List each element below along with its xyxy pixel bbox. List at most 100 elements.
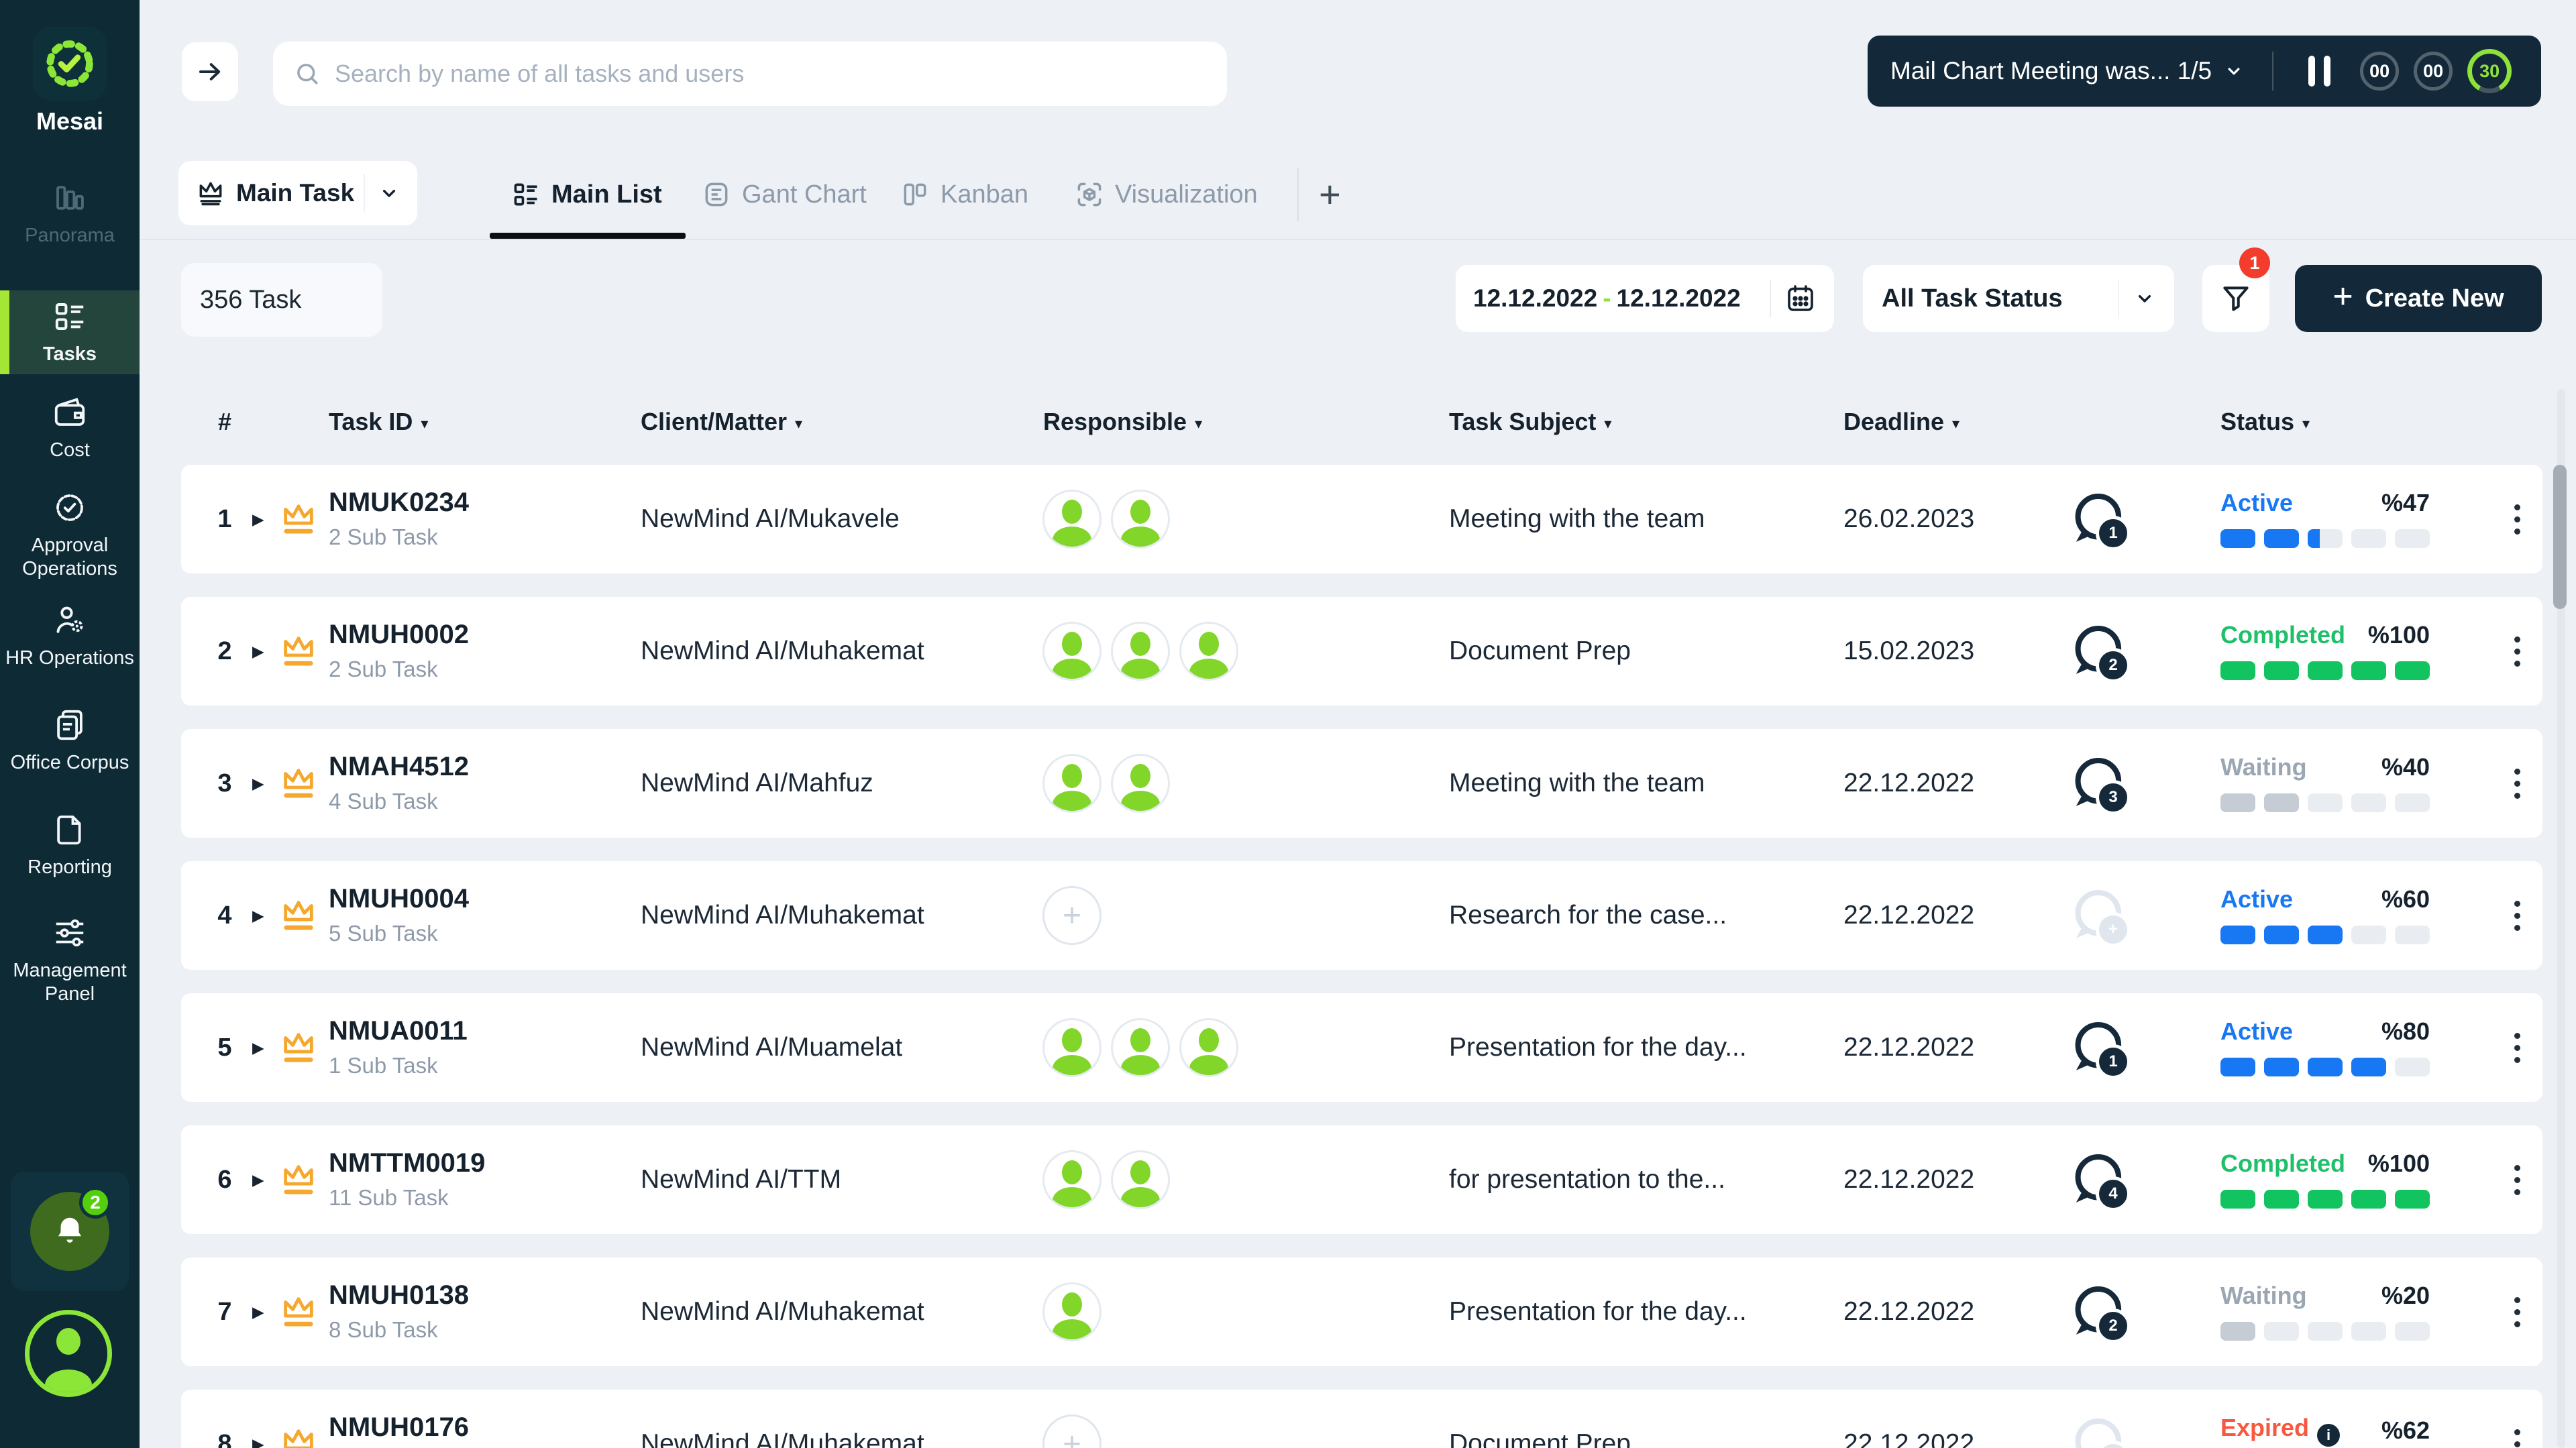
active-tab-underline: [490, 233, 686, 239]
progress-percent: %47: [2381, 489, 2430, 517]
comment-bubble[interactable]: 4: [2068, 1150, 2127, 1209]
column-header-status[interactable]: Status▾: [2220, 400, 2310, 443]
row-menu-button[interactable]: [2504, 1125, 2530, 1234]
row-menu-button[interactable]: [2504, 465, 2530, 573]
column-header-task-subject[interactable]: Task Subject▾: [1449, 400, 1611, 443]
main-task-crown-icon: [279, 465, 318, 573]
sub-task-count: 4 Sub Task: [329, 789, 469, 814]
responsible-avatar[interactable]: [1111, 622, 1170, 681]
comment-bubble[interactable]: 3: [2068, 753, 2127, 812]
row-menu-button[interactable]: [2504, 597, 2530, 706]
task-id[interactable]: NMTTM0019: [329, 1148, 485, 1178]
deadline-cell: 22.12.2022: [1843, 993, 1974, 1102]
client-matter-cell: NewMind AI/Muhakemat: [641, 1390, 924, 1448]
sidebar-item-panorama[interactable]: Panorama: [0, 180, 140, 247]
user-profile-button[interactable]: [25, 1310, 112, 1397]
add-tab-button[interactable]: +: [1319, 173, 1341, 216]
expand-arrow-icon[interactable]: ▶: [252, 597, 264, 706]
responsible-avatar[interactable]: [1042, 490, 1102, 549]
column-header-client-matter[interactable]: Client/Matter▾: [641, 400, 802, 443]
pause-button[interactable]: [2308, 56, 2330, 87]
tab-main-list[interactable]: Main List: [511, 176, 662, 213]
sidebar-item-cost[interactable]: Cost: [0, 394, 140, 462]
create-new-button[interactable]: + Create New: [2295, 265, 2542, 332]
sidebar-collapse-button[interactable]: [182, 42, 238, 101]
task-id[interactable]: NMAH4512: [329, 752, 469, 782]
comment-bubble[interactable]: 2: [2068, 621, 2127, 680]
status-label: Waiting: [2220, 753, 2307, 781]
chevron-down-icon: [2134, 288, 2155, 309]
tab-visualization[interactable]: Visualization: [1075, 176, 1258, 213]
row-menu-button[interactable]: [2504, 861, 2530, 970]
comment-bubble[interactable]: +: [2068, 1414, 2127, 1448]
chevron-down-icon[interactable]: [378, 182, 400, 204]
responsible-avatar[interactable]: [1111, 754, 1170, 813]
date-range-picker[interactable]: 12.12.2022 - 12.12.2022: [1456, 265, 1834, 332]
row-menu-button[interactable]: [2504, 1390, 2530, 1448]
task-id[interactable]: NMUH0002: [329, 620, 469, 650]
responsible-avatar[interactable]: [1179, 622, 1238, 681]
scrollbar-thumb[interactable]: [2553, 465, 2567, 609]
row-menu-button[interactable]: [2504, 729, 2530, 838]
comment-bubble[interactable]: 2: [2068, 1282, 2127, 1341]
task-id[interactable]: NMUH0004: [329, 884, 469, 914]
responsible-cell: [1042, 729, 1170, 838]
responsible-avatar[interactable]: [1042, 754, 1102, 813]
responsible-cell: +: [1042, 861, 1102, 970]
meeting-title: Mail Chart Meeting was... 1/5: [1890, 57, 2212, 85]
sidebar-item-approval-operations[interactable]: Approval Operations: [0, 490, 140, 581]
task-id[interactable]: NMUK0234: [329, 488, 469, 518]
expand-arrow-icon[interactable]: ▶: [252, 993, 264, 1102]
expand-arrow-icon[interactable]: ▶: [252, 861, 264, 970]
responsible-avatar[interactable]: [1111, 1150, 1170, 1209]
expand-arrow-icon[interactable]: ▶: [252, 465, 264, 573]
responsible-avatar[interactable]: [1179, 1018, 1238, 1077]
task-id[interactable]: NMUH0176: [329, 1412, 469, 1443]
responsible-avatar[interactable]: [1111, 1018, 1170, 1077]
row-menu-button[interactable]: [2504, 993, 2530, 1102]
add-responsible-button[interactable]: +: [1042, 1414, 1102, 1448]
comment-bubble[interactable]: 1: [2068, 489, 2127, 548]
task-type-selector[interactable]: Main Task: [178, 161, 417, 225]
main-task-crown-icon: [279, 1258, 318, 1366]
row-menu-button[interactable]: [2504, 1258, 2530, 1366]
client-matter-cell: NewMind AI/Muhakemat: [641, 597, 924, 706]
search-input[interactable]: [333, 59, 1207, 89]
info-icon[interactable]: i: [2317, 1424, 2340, 1447]
responsible-cell: [1042, 465, 1170, 573]
task-subject-cell: Document Prep: [1449, 1390, 1631, 1448]
chevron-down-icon[interactable]: [2224, 61, 2244, 81]
task-subject-cell: for presentation to the...: [1449, 1125, 1725, 1234]
task-id[interactable]: NMUA0011: [329, 1016, 468, 1046]
task-status-filter[interactable]: All Task Status: [1863, 265, 2174, 332]
comment-bubble[interactable]: 1: [2068, 1017, 2127, 1076]
status-label: Completed: [2220, 1150, 2345, 1177]
sidebar-item-hr-operations[interactable]: HR Operations: [0, 602, 140, 670]
sidebar-item-office-corpus[interactable]: Office Corpus: [0, 707, 140, 775]
tab-kanban[interactable]: Kanban: [900, 176, 1028, 213]
column-header-deadline[interactable]: Deadline▾: [1843, 400, 1960, 443]
calendar-icon[interactable]: [1784, 282, 1817, 315]
sidebar-item-management-panel[interactable]: Management Panel: [0, 915, 140, 1006]
sidebar-item-tasks[interactable]: Tasks: [0, 290, 140, 374]
expand-arrow-icon[interactable]: ▶: [252, 1390, 264, 1448]
expand-arrow-icon[interactable]: ▶: [252, 1258, 264, 1366]
responsible-avatar[interactable]: [1042, 1018, 1102, 1077]
progress-percent: %62: [2381, 1416, 2430, 1445]
add-responsible-button[interactable]: +: [1042, 886, 1102, 945]
sidebar-item-reporting[interactable]: Reporting: [0, 812, 140, 879]
task-id[interactable]: NMUH0138: [329, 1280, 469, 1311]
status-cell: Activei %47: [2220, 489, 2430, 548]
responsible-avatar[interactable]: [1042, 1282, 1102, 1341]
meeting-widget[interactable]: Mail Chart Meeting was... 1/5 00 00 30: [1868, 36, 2541, 107]
responsible-cell: +: [1042, 1390, 1102, 1448]
comment-bubble[interactable]: +: [2068, 885, 2127, 944]
column-header-responsible[interactable]: Responsible▾: [1043, 400, 1202, 443]
expand-arrow-icon[interactable]: ▶: [252, 729, 264, 838]
column-header-task-id[interactable]: Task ID▾: [329, 400, 428, 443]
responsible-avatar[interactable]: [1042, 1150, 1102, 1209]
expand-arrow-icon[interactable]: ▶: [252, 1125, 264, 1234]
responsible-avatar[interactable]: [1111, 490, 1170, 549]
tab-gant-chart[interactable]: Gant Chart: [702, 176, 867, 213]
responsible-avatar[interactable]: [1042, 622, 1102, 681]
